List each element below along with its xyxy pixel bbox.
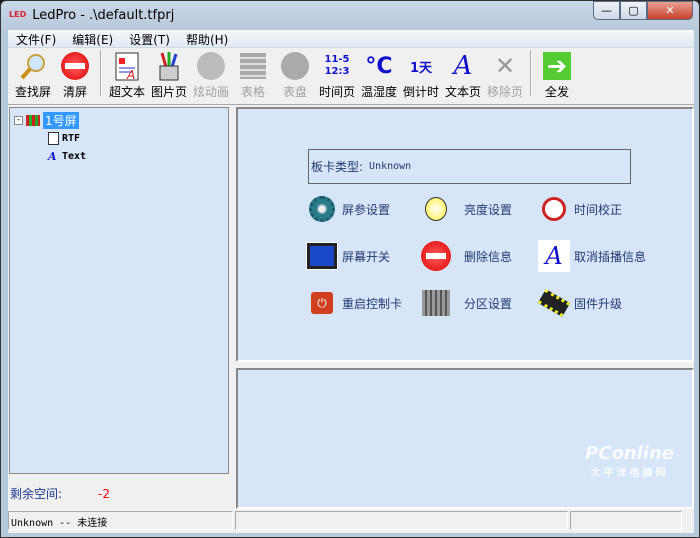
no-entry-icon: [420, 240, 452, 272]
light-bulb-icon: [420, 193, 452, 225]
minimize-button[interactable]: —: [593, 1, 620, 20]
table-button[interactable]: 表格: [232, 51, 274, 100]
status-bar: Unknown -- 未连接: [8, 511, 694, 531]
chip-icon: [537, 287, 571, 319]
send-all-button[interactable]: ➔ 全发: [536, 51, 578, 100]
animation-icon: [195, 51, 227, 81]
no-entry-icon: [59, 51, 91, 81]
watermark: PConline 太平洋电脑网: [585, 443, 674, 479]
rich-text-button[interactable]: A 超文本: [106, 51, 148, 100]
toolbar-separator: [530, 50, 532, 96]
clock-dial-button[interactable]: 表盘: [274, 51, 316, 100]
tree-node-screen[interactable]: -1号屏: [14, 111, 224, 129]
power-icon: ⏻: [306, 287, 338, 319]
time-page-button[interactable]: 11-5 12:3 时间页: [316, 51, 358, 100]
remove-page-button[interactable]: ✕ 移除页: [484, 51, 526, 100]
maximize-button[interactable]: ▢: [620, 1, 647, 20]
tree-node-text[interactable]: A Text: [14, 147, 224, 165]
screen-icon: [26, 114, 40, 126]
toolbar-separator: [100, 50, 102, 96]
brightness-button[interactable]: 亮度设置: [420, 193, 512, 225]
status-pane: [570, 511, 682, 530]
status-pane: [235, 511, 568, 530]
document-icon: A: [111, 51, 143, 81]
app-window: LED LedPro - .\default.tfprj — ▢ ✕ 文件(F)…: [0, 0, 700, 538]
menu-edit[interactable]: 编辑(E): [64, 30, 121, 47]
menu-help[interactable]: 帮助(H): [178, 30, 236, 47]
arrow-right-icon: ➔: [541, 51, 573, 81]
firmware-upgrade-button[interactable]: 固件升级: [537, 287, 622, 319]
remaining-space: 剩余空间: -2: [10, 487, 111, 501]
title-bar: LED LedPro - .\default.tfprj: [9, 5, 174, 25]
screen-switch-button[interactable]: 屏幕开关: [306, 240, 390, 272]
magnifier-icon: [17, 51, 49, 81]
gear-wrench-icon: [306, 193, 338, 225]
collapse-icon[interactable]: -: [14, 115, 23, 125]
pencil-cup-icon: [153, 51, 185, 81]
document-icon: [48, 131, 59, 145]
celsius-icon: °C: [365, 53, 393, 79]
alarm-clock-icon: [538, 193, 570, 225]
info-panel: PConline 太平洋电脑网: [236, 368, 694, 509]
delete-info-button[interactable]: 删除信息: [420, 240, 512, 272]
connection-status: Unknown -- 未连接: [8, 511, 233, 530]
clear-screen-button[interactable]: 清屏: [54, 51, 96, 100]
control-panel: 板卡类型: Unknown 屏参设置 亮度设置 时间校正 屏幕开关 删除信息 A取…: [236, 107, 694, 362]
screen-params-button[interactable]: 屏参设置: [306, 193, 390, 225]
screen-tree-panel: -1号屏 RTF A Text: [9, 107, 229, 474]
time-sync-button[interactable]: 时间校正: [538, 193, 622, 225]
card-type-box: 板卡类型: Unknown: [308, 149, 631, 184]
menu-file[interactable]: 文件(F): [8, 30, 64, 47]
tree-node-rtf[interactable]: RTF: [14, 129, 224, 147]
remaining-space-value: -2: [98, 487, 111, 501]
animation-button[interactable]: 炫动画: [190, 51, 232, 100]
svg-text:A: A: [126, 68, 135, 81]
countdown-icon: 1天: [409, 60, 433, 76]
table-icon: [237, 51, 269, 81]
letter-a-icon: A: [48, 149, 57, 163]
menu-bar: 文件(F) 编辑(E) 设置(T) 帮助(H): [8, 30, 694, 48]
window-title: LedPro - .\default.tfprj: [32, 7, 175, 23]
dial-icon: [279, 51, 311, 81]
menu-settings[interactable]: 设置(T): [121, 30, 178, 47]
cancel-insert-button[interactable]: A 取消插播信息: [538, 240, 646, 272]
letter-a-icon: A: [453, 51, 473, 81]
monitor-icon: [306, 240, 338, 272]
temperature-humidity-button[interactable]: °C 温湿度: [358, 51, 400, 100]
partition-button[interactable]: 分区设置: [420, 287, 512, 319]
partition-icon: [420, 287, 452, 319]
app-logo-icon: LED: [9, 10, 27, 19]
x-icon: ✕: [494, 52, 516, 80]
close-button[interactable]: ✕: [647, 1, 693, 20]
restart-card-button[interactable]: ⏻ 重启控制卡: [306, 287, 402, 319]
time-icon: 11-5 12:3: [324, 54, 350, 77]
letter-a-icon: A: [538, 240, 570, 272]
image-page-button[interactable]: 图片页: [148, 51, 190, 100]
text-page-button[interactable]: A 文本页: [442, 51, 484, 100]
find-screen-button[interactable]: 查找屏: [12, 51, 54, 100]
toolbar: 查找屏 清屏 A 超文本 图片页 炫动画 表格 表盘 11-5 12:3 时间页 °C…: [8, 48, 694, 105]
countdown-button[interactable]: 1天 倒计时: [400, 51, 442, 100]
